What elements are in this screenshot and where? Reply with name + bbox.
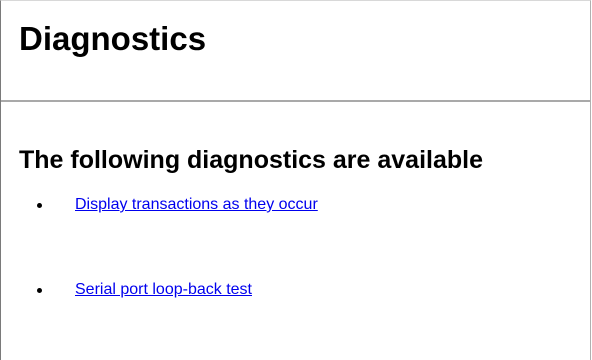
page-frame: Diagnostics The following diagnostics ar… [0,0,591,360]
list-item: Serial port loop-back test [19,280,590,300]
serial-loopback-test-link[interactable]: Serial port loop-back test [75,281,252,298]
list-item: Display transactions as they occur [19,195,590,215]
section-title: The following diagnostics are available [19,146,484,174]
diagnostics-list: Display transactions as they occur Seria… [19,195,590,300]
bullet-icon [37,203,42,208]
display-transactions-link[interactable]: Display transactions as they occur [75,196,318,213]
bullet-icon [37,288,42,293]
main-content: The following diagnostics are available … [1,102,590,300]
page-header: Diagnostics [1,1,590,102]
page-title: Diagnostics [19,20,207,57]
